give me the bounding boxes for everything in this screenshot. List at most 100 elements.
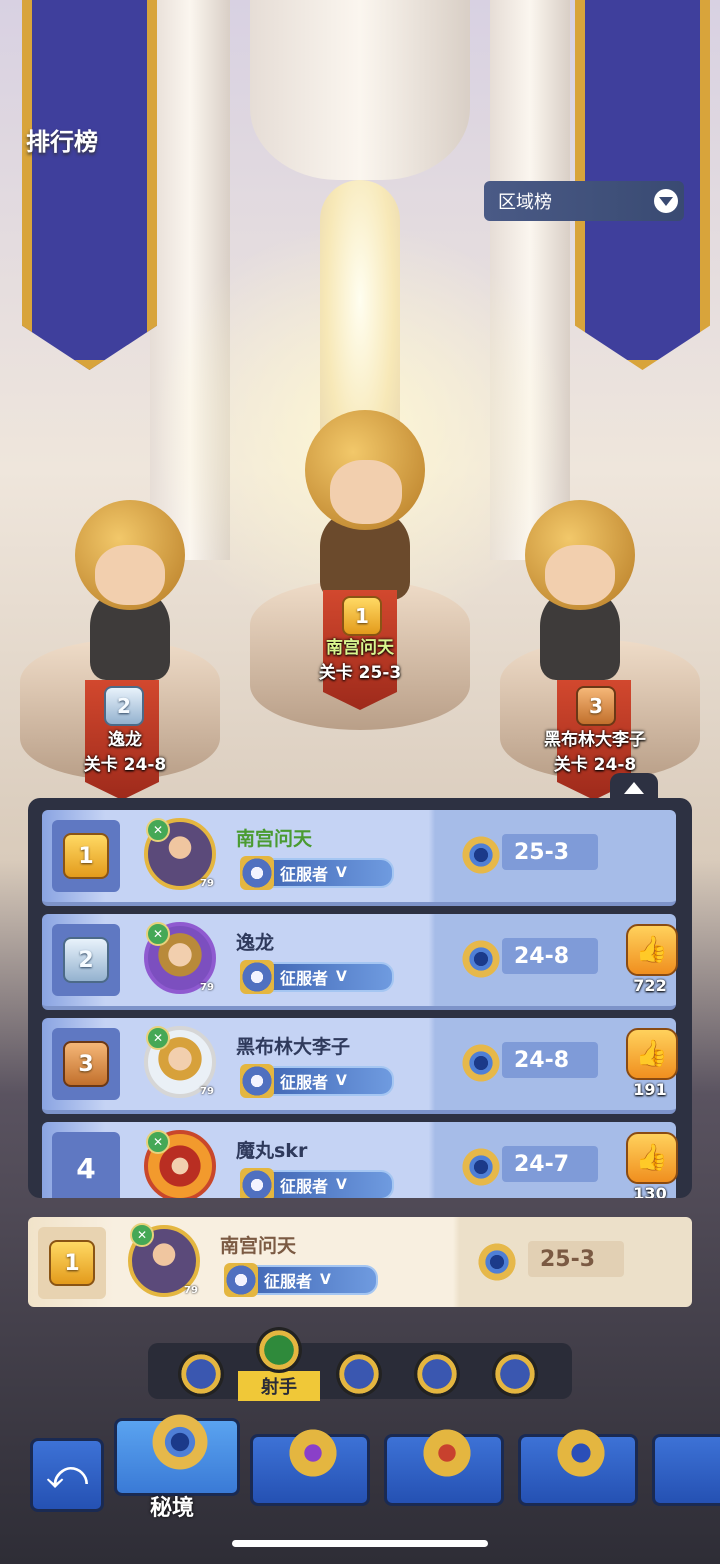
- stage-emblem-icon: [454, 1036, 508, 1090]
- title-badge: 征服者 V: [224, 1263, 378, 1297]
- warrior-tab-icon[interactable]: [178, 1351, 224, 1397]
- title-tier: V: [336, 1073, 347, 1089]
- silver-medal-icon: 2: [63, 937, 109, 983]
- hero-rank-3[interactable]: [500, 500, 660, 680]
- rank-cell: 1: [38, 1227, 106, 1299]
- mage-tab-icon[interactable]: [336, 1351, 382, 1397]
- like-count: 130: [633, 1184, 667, 1198]
- rank-cell: 1: [52, 820, 120, 892]
- assassin-tab-icon[interactable]: [414, 1351, 460, 1397]
- stage-value: 24-7: [502, 1146, 598, 1182]
- title-emblem-icon: [240, 1064, 274, 1098]
- podium-name-3: 黑布林大李子: [544, 730, 646, 750]
- gold-medal-icon: 1: [49, 1240, 95, 1286]
- archer-class-icon: ✕: [146, 1026, 170, 1050]
- banner-left: [22, 0, 157, 370]
- like-count: 191: [633, 1080, 667, 1099]
- rank-number: 4: [76, 1151, 96, 1185]
- nav-secret-realm-label: 秘境: [150, 1496, 195, 1521]
- nav-tab-3[interactable]: [384, 1423, 504, 1506]
- thumbs-up-icon[interactable]: 👍: [626, 924, 678, 976]
- title-text: 征服者: [280, 969, 329, 988]
- title-tier: V: [336, 969, 347, 985]
- table-row[interactable]: 1 ✕ 79 南宫问天 征服者 V 25-3: [42, 810, 676, 906]
- title-tier: V: [336, 865, 347, 881]
- player-name[interactable]: 黑布林大李子: [236, 1032, 350, 1059]
- bronze-medal-icon: 3: [63, 1041, 109, 1087]
- player-name[interactable]: 魔丸skr: [236, 1136, 307, 1163]
- title-emblem-icon: [240, 856, 274, 890]
- avatar-level: 79: [200, 982, 214, 993]
- podium-stage-1: 关卡 25-3: [318, 663, 402, 683]
- archer-class-icon: ✕: [146, 922, 170, 946]
- like-count: 722: [633, 976, 667, 995]
- archer-tab-icon[interactable]: [256, 1327, 302, 1373]
- thumbs-up-icon[interactable]: 👍: [626, 1132, 678, 1184]
- podium-name-2: 逸龙: [108, 730, 142, 750]
- rank-cell: 2: [52, 924, 120, 996]
- home-indicator[interactable]: [232, 1540, 488, 1547]
- region-dropdown-label: 区域榜: [498, 192, 552, 213]
- title-emblem-icon: [240, 1168, 274, 1198]
- podium-medal-1: 1: [342, 596, 382, 636]
- title-text: 征服者: [264, 1272, 313, 1291]
- nav-tab-5[interactable]: [652, 1434, 720, 1506]
- table-row[interactable]: 4 ✕ 魔丸skr 征服者 V 24-7 👍 130: [42, 1122, 678, 1198]
- nav-secret-realm[interactable]: [114, 1407, 240, 1496]
- chevron-down-icon[interactable]: [654, 189, 678, 213]
- rank-cell: 4: [52, 1132, 120, 1198]
- crown-emblem-icon: [417, 1423, 477, 1483]
- player-name[interactable]: 逸龙: [236, 928, 274, 955]
- table-row[interactable]: 2 ✕ 79 逸龙 征服者 V 24-8 👍 722: [42, 914, 678, 1010]
- title-text: 征服者: [280, 865, 329, 884]
- stage-value: 24-8: [502, 1042, 598, 1078]
- tab-archer-label[interactable]: 射手: [238, 1371, 320, 1401]
- nav-tab-4[interactable]: [518, 1423, 638, 1506]
- stage-value: 25-3: [502, 834, 598, 870]
- title-badge: 征服者 V: [240, 856, 394, 890]
- title-tier: V: [336, 1177, 347, 1193]
- title-emblem-icon: [240, 960, 274, 994]
- title-text: 征服者: [280, 1073, 329, 1092]
- star-emblem-icon: [551, 1423, 611, 1483]
- nav-tab-2[interactable]: [250, 1423, 370, 1506]
- podium-medal-2: 2: [104, 686, 144, 726]
- stage-value: 25-3: [528, 1241, 624, 1277]
- title-emblem-icon: [224, 1263, 258, 1297]
- title-badge: 征服者 V: [240, 1064, 394, 1098]
- player-name: 南宫问天: [220, 1235, 297, 1257]
- stage-emblem-icon: [454, 1140, 508, 1194]
- player-name[interactable]: 南宫问天: [236, 824, 312, 851]
- class-filter-tabs[interactable]: 射手: [148, 1327, 572, 1401]
- archer-class-icon: ✕: [130, 1223, 154, 1247]
- archer-class-icon: ✕: [146, 818, 170, 842]
- hero-rank-1[interactable]: [260, 410, 460, 600]
- dome: [250, 0, 470, 180]
- podium-medal-3: 3: [576, 686, 616, 726]
- arena-background: 1 2 3 南宫问天 关卡 25-3 逸龙 关卡 24-8 黑布林大李子 关卡 …: [0, 0, 720, 800]
- podium-label-3: 黑布林大李子 关卡 24-8: [525, 728, 665, 778]
- title-badge: 征服者 V: [240, 960, 394, 994]
- secret-realm-icon: [145, 1407, 215, 1477]
- podium-name-1: 南宫问天: [326, 638, 394, 658]
- archer-class-icon: ✕: [146, 1130, 170, 1154]
- podium-label-2: 逸龙 关卡 24-8: [55, 728, 195, 778]
- hero-rank-2[interactable]: [50, 500, 210, 680]
- title-text: 征服者: [280, 1177, 329, 1196]
- table-row[interactable]: 3 ✕ 79 黑布林大李子 征服者 V 24-8 👍 191: [42, 1018, 678, 1114]
- thumbs-up-icon[interactable]: 👍: [626, 1028, 678, 1080]
- region-dropdown[interactable]: 区域榜: [484, 181, 684, 221]
- back-arrow-icon[interactable]: ⤺: [30, 1438, 104, 1512]
- purple-eye-emblem-icon: [283, 1423, 343, 1483]
- gold-medal-icon: 1: [63, 833, 109, 879]
- stage-emblem-icon: [454, 828, 508, 882]
- priest-tab-icon[interactable]: [492, 1351, 538, 1397]
- my-rank-row[interactable]: 1 ✕ 79 南宫问天 征服者 V 25-3: [28, 1217, 692, 1307]
- avatar-level: 79: [184, 1285, 198, 1296]
- avatar-level: 79: [200, 878, 214, 889]
- stage-emblem-icon: [470, 1235, 524, 1289]
- stage-value: 24-8: [502, 938, 598, 974]
- page-title: 排行榜: [26, 128, 98, 156]
- ranking-list[interactable]: 1 ✕ 79 南宫问天 征服者 V 25-3 2 ✕ 79 逸龙 征服者 V 24-…: [28, 798, 692, 1198]
- title-badge: 征服者 V: [240, 1168, 394, 1198]
